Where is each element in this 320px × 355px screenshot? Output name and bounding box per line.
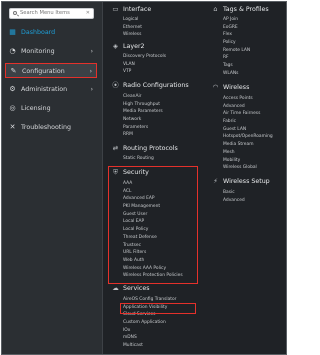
menu-item-wsetup[interactable]: Basic	[223, 189, 245, 197]
group-title-services: ☁ Services	[111, 284, 150, 293]
search-placeholder: Search Menu Items	[20, 10, 70, 16]
menu-item-tags[interactable]: Tags	[223, 62, 250, 70]
dashboard-icon: ▦	[9, 28, 16, 36]
group-title-wsetup: ⚡ Wireless Setup	[211, 177, 270, 186]
tools-icon: ✕	[9, 123, 16, 131]
chevron-right-icon: ›	[90, 48, 93, 55]
gear-icon: ⚙	[9, 85, 16, 93]
menu-item-services[interactable]: Custom Application	[123, 319, 176, 327]
menu-item-wireless[interactable]: Hotspot/OpenRoaming	[223, 133, 273, 141]
menu-item-radio[interactable]: CleanAir	[123, 93, 163, 101]
licensing-icon: ◎	[9, 104, 16, 112]
group-title-tags: ⌂ Tags & Profiles	[211, 5, 269, 14]
menu-item-layer2[interactable]: VTP	[123, 68, 166, 76]
menu-item-services[interactable]: Multicast	[123, 342, 176, 350]
wireless-setup-icon: ⚡	[213, 177, 218, 185]
menu-item-tags[interactable]: WLANs	[223, 70, 250, 78]
menu-item-tags[interactable]: RF	[223, 54, 250, 62]
sidebar-item-label: Licensing	[21, 105, 51, 112]
menu-list-wsetup: Basic Advanced	[223, 189, 245, 204]
group-title-label: Wireless	[223, 84, 250, 91]
sidebar-item-configuration[interactable]: ✎ Configuration ›	[5, 63, 97, 78]
layer2-icon: ◈	[113, 42, 118, 50]
sidebar-item-label: Troubleshooting	[21, 124, 72, 131]
group-title-label: Routing Protocols	[123, 145, 178, 152]
sidebar-item-licensing[interactable]: ◎ Licensing	[5, 101, 97, 116]
menu-item-wireless[interactable]: Wireless Global	[223, 164, 273, 172]
routing-icon: ⇄	[112, 144, 119, 152]
menu-list-routing: Static Routing	[123, 155, 154, 163]
menu-item-tags[interactable]: EoGRE	[223, 24, 250, 32]
menu-item-tags[interactable]: Flex	[223, 31, 250, 39]
menu-item-wsetup[interactable]: Advanced	[223, 197, 245, 205]
wireless-icon: ◠	[212, 83, 219, 91]
security-highlight-box	[108, 166, 198, 284]
group-title-layer2: ◈ Layer2	[111, 42, 145, 51]
menu-item-wireless[interactable]: Media Stream	[223, 141, 273, 149]
clear-icon[interactable]: ✕	[86, 9, 90, 18]
app-window: Search Menu Items ✕ ▦ Dashboard ◔ Monitorin…	[1, 1, 287, 355]
monitoring-icon: ◔	[9, 47, 16, 55]
menu-item-interface[interactable]: Wireless	[123, 31, 142, 39]
services-icon: ☁	[112, 284, 119, 292]
group-title-radio: ⦿ Radio Configurations	[111, 81, 189, 90]
search-input[interactable]: Search Menu Items ✕	[9, 8, 94, 19]
menu-item-radio[interactable]: High Throughput	[123, 101, 163, 109]
tag-icon: ⌂	[213, 5, 218, 13]
configuration-menu-panel: ▭ Interface Logical Ethernet Wireless ◈ Layer2…	[102, 2, 286, 354]
interface-icon: ▭	[112, 5, 119, 13]
menu-item-wireless[interactable]: Mesh	[223, 149, 273, 157]
group-title-label: Layer2	[123, 43, 145, 50]
sidebar-item-troubleshooting[interactable]: ✕ Troubleshooting	[5, 120, 97, 135]
group-title-interface: ▭ Interface	[111, 5, 151, 14]
menu-item-layer2[interactable]: Discovery Protocols	[123, 53, 166, 61]
sidebar-item-dashboard[interactable]: ▦ Dashboard	[5, 25, 97, 40]
sidebar-item-label: Dashboard	[21, 29, 56, 36]
group-title-label: Wireless Setup	[223, 178, 270, 185]
menu-item-radio[interactable]: Media Parameters	[123, 108, 163, 116]
search-icon	[13, 11, 17, 15]
application-visibility-highlight-box	[120, 303, 196, 314]
menu-item-services[interactable]: IOx	[123, 327, 176, 335]
sidebar: Search Menu Items ✕ ▦ Dashboard ◔ Monitorin…	[2, 2, 102, 354]
menu-item-radio[interactable]: Parameters	[123, 124, 163, 132]
menu-item-wireless[interactable]: Guest LAN	[223, 126, 273, 134]
menu-item-tags[interactable]: Policy	[223, 39, 250, 47]
menu-item-wireless[interactable]: Advanced	[223, 103, 273, 111]
menu-item-wireless[interactable]: Air Time Fairness	[223, 110, 273, 118]
menu-item-tags[interactable]: AP Join	[223, 16, 250, 24]
menu-item-interface[interactable]: Logical	[123, 16, 142, 24]
group-title-routing: ⇄ Routing Protocols	[111, 144, 178, 153]
sidebar-item-monitoring[interactable]: ◔ Monitoring ›	[5, 44, 97, 59]
menu-item-services[interactable]: mDNS	[123, 334, 176, 342]
sidebar-item-label: Administration	[21, 86, 68, 93]
menu-list-interface: Logical Ethernet Wireless	[123, 16, 142, 39]
menu-item-interface[interactable]: Ethernet	[123, 24, 142, 32]
menu-item-wireless[interactable]: Fabric	[223, 118, 273, 126]
menu-list-wireless: Access Points Advanced Air Time Fairness Fa…	[223, 95, 273, 172]
group-title-label: Radio Configurations	[123, 82, 189, 89]
sidebar-item-label: Configuration	[22, 68, 65, 75]
menu-item-wireless[interactable]: Mobility	[223, 157, 273, 165]
menu-item-wireless[interactable]: Access Points	[223, 95, 273, 103]
wrench-icon: ✎	[10, 67, 17, 75]
sidebar-item-label: Monitoring	[21, 48, 55, 55]
group-title-label: Services	[123, 285, 150, 292]
radio-icon: ⦿	[112, 81, 119, 89]
menu-list-layer2: Discovery Protocols VLAN VTP	[123, 53, 166, 76]
group-title-wireless: ◠ Wireless	[211, 83, 250, 92]
menu-item-routing[interactable]: Static Routing	[123, 155, 154, 163]
menu-item-radio[interactable]: RRM	[123, 131, 163, 139]
sidebar-item-administration[interactable]: ⚙ Administration ›	[5, 82, 97, 97]
menu-list-radio: CleanAir High Throughput Media Parameters N…	[123, 93, 163, 139]
menu-item-tags[interactable]: Remote LAN	[223, 47, 250, 55]
menu-list-tags: AP Join EoGRE Flex Policy Remote LAN RF Tags WL…	[223, 16, 250, 78]
chevron-right-icon: ›	[89, 68, 92, 75]
menu-item-layer2[interactable]: VLAN	[123, 61, 166, 69]
chevron-right-icon: ›	[90, 86, 93, 93]
group-title-label: Interface	[123, 6, 152, 13]
menu-item-radio[interactable]: Network	[123, 116, 163, 124]
group-title-label: Tags & Profiles	[223, 6, 269, 13]
